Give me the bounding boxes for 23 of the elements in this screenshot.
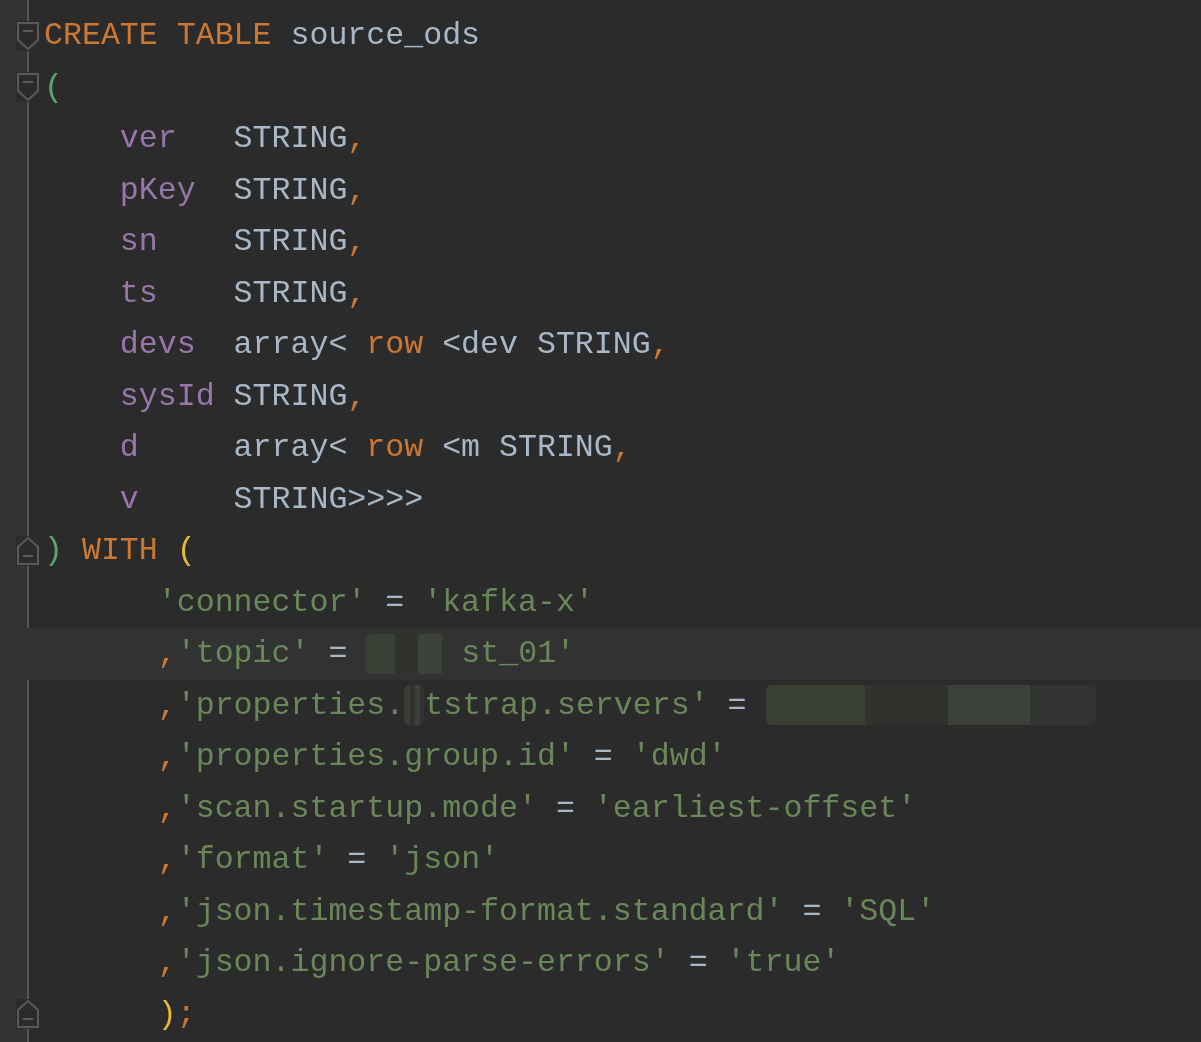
code-line: ,'format' = 'json'	[156, 841, 501, 879]
code-line: pKey STRING,	[118, 171, 368, 210]
code-line: ,'properties.group.id' = 'dwd'	[156, 738, 728, 776]
code-line: ,'json.ignore-parse-errors' = 'true'	[156, 944, 842, 982]
code-line: d array< row <m STRING,	[118, 429, 633, 467]
fold-icon[interactable]	[16, 535, 40, 566]
code-line: ,'scan.startup.mode' = 'earliest-offset'	[156, 789, 918, 828]
code-line: ) WITH (	[43, 532, 197, 570]
code-line: CREATE TABLE source_ods	[43, 17, 482, 55]
code-line: );	[156, 995, 197, 1034]
code-line: sn STRING,	[118, 223, 368, 261]
code-line: (	[43, 68, 64, 107]
code-line: 'connector' = 'kafka-x'	[156, 583, 595, 622]
code-line: ,'json.timestamp-format.standard' = 'SQL'	[156, 892, 937, 931]
fold-icon[interactable]	[16, 20, 40, 51]
code-line: ver STRING,	[118, 120, 368, 158]
code-line: v STRING>>>>	[118, 480, 425, 519]
code-line: devs array< row <dev STRING,	[118, 326, 671, 364]
code-line: ts STRING,	[118, 274, 368, 313]
code-line: ,'properties. tstrap.servers' =	[29, 679, 1201, 731]
fold-icon[interactable]	[16, 999, 40, 1030]
fold-icon[interactable]	[16, 72, 40, 103]
code-line: sysId STRING,	[118, 377, 368, 416]
